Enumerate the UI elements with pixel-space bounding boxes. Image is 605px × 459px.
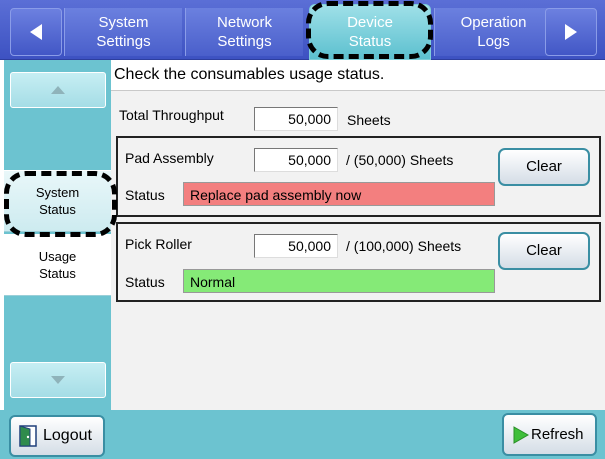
- tab-label-line2: Settings: [96, 33, 151, 50]
- roller-status-label: Status: [125, 274, 165, 290]
- sidebar-scroll-down-button[interactable]: [10, 362, 106, 398]
- total-throughput-unit: Sheets: [347, 112, 391, 128]
- refresh-button[interactable]: Refresh: [502, 413, 597, 456]
- footer-bar: Logout Refresh: [0, 410, 605, 459]
- play-icon: [513, 425, 529, 444]
- sidebar-item-label-line2: Status: [39, 202, 76, 217]
- tab-scroll-left-button[interactable]: [10, 8, 62, 56]
- tab-label-line2: Logs: [477, 33, 510, 50]
- pad-assembly-limit: / (50,000) Sheets: [346, 152, 454, 168]
- arrow-left-icon: [30, 24, 42, 40]
- instruction-text: Check the consumables usage status.: [114, 66, 385, 83]
- tab-system-settings[interactable]: System Settings: [64, 8, 182, 56]
- sidebar-item-system-status[interactable]: System Status: [4, 170, 111, 232]
- pad-status-label: Status: [125, 187, 165, 203]
- pick-roller-clear-button[interactable]: Clear: [498, 232, 590, 270]
- sidebar-item-label-line2: Status: [39, 266, 76, 281]
- arrow-down-icon: [51, 376, 65, 384]
- sidebar-item-label-line1: Usage: [38, 249, 77, 264]
- sidebar-scroll-up-button[interactable]: [10, 72, 106, 108]
- tab-label-line1: Operation: [460, 14, 527, 31]
- pad-status-value: Replace pad assembly now: [183, 182, 495, 206]
- pick-roller-group: Pick Roller 50,000 / (100,000) Sheets Cl…: [116, 222, 601, 302]
- pick-roller-label: Pick Roller: [125, 236, 192, 252]
- tab-operation-logs[interactable]: Operation Logs: [434, 8, 552, 56]
- tab-scroll-right-button[interactable]: [545, 8, 597, 56]
- tab-network-settings[interactable]: Network Settings: [185, 8, 303, 56]
- logout-label: Logout: [43, 427, 92, 444]
- total-throughput-value: 50,000: [254, 107, 338, 131]
- tab-label-line2: Settings: [217, 33, 272, 50]
- main-panel: Check the consumables usage status. Tota…: [111, 60, 605, 410]
- pad-assembly-group: Pad Assembly 50,000 / (50,000) Sheets Cl…: [116, 136, 601, 217]
- arrow-right-icon: [565, 24, 577, 40]
- tab-bar: System Settings Network Settings Device …: [0, 0, 605, 60]
- arrow-up-icon: [51, 86, 65, 94]
- tab-label-line1: System: [98, 14, 149, 31]
- door-icon: [19, 425, 37, 447]
- pad-assembly-label: Pad Assembly: [125, 150, 214, 166]
- consumables-panel: Total Throughput 50,000 Sheets Pad Assem…: [111, 90, 605, 410]
- logout-button[interactable]: Logout: [9, 415, 105, 457]
- sidebar-item-usage-status[interactable]: Usage Status: [4, 234, 111, 296]
- pad-assembly-clear-button[interactable]: Clear: [498, 148, 590, 186]
- sidebar: System Status Usage Status: [4, 60, 111, 410]
- roller-status-value: Normal: [183, 269, 495, 293]
- total-throughput-label: Total Throughput: [119, 107, 224, 123]
- tab-label-line2: Status: [348, 33, 392, 50]
- pad-assembly-count: 50,000: [254, 148, 338, 172]
- tab-label-line1: Network: [216, 14, 272, 31]
- pick-roller-limit: / (100,000) Sheets: [346, 238, 462, 254]
- tab-device-status[interactable]: Device Status: [309, 4, 431, 60]
- sidebar-item-label-line1: System: [35, 185, 80, 200]
- tab-label-line1: Device: [347, 14, 393, 31]
- refresh-label: Refresh: [531, 426, 584, 443]
- pick-roller-count: 50,000: [254, 234, 338, 258]
